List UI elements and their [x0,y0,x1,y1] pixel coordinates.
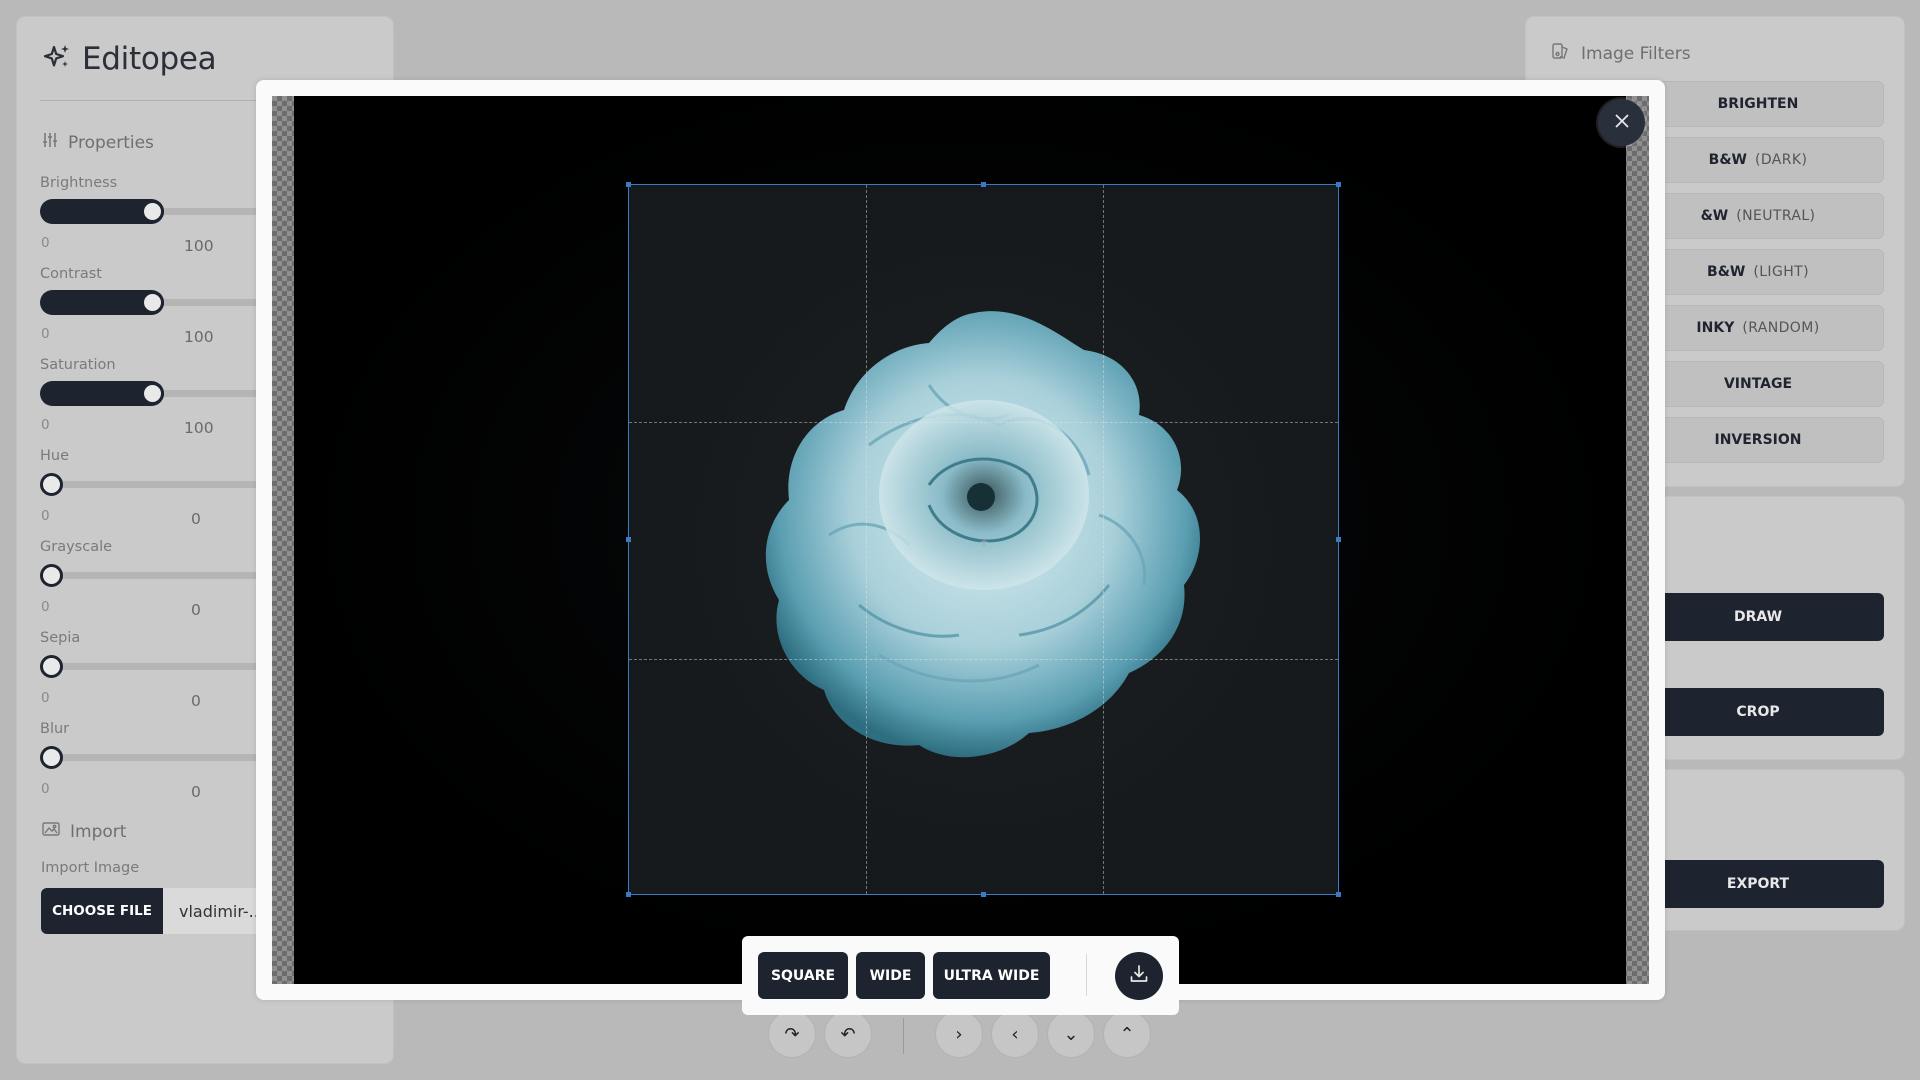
undo-button[interactable]: ↶ [824,1010,872,1058]
crop-toolbar: SQUARE WIDE ULTRA WIDE [742,936,1179,1015]
chevron-up-icon: ⌃ [1119,1023,1135,1045]
move-down-button[interactable]: ⌄ [1047,1010,1095,1058]
crop-button[interactable]: CROP [1632,688,1884,736]
crop-handle-top-left[interactable] [626,182,631,187]
import-heading: Import [42,821,126,842]
crop-selection[interactable]: + [628,184,1339,895]
close-icon [1614,113,1630,133]
image-preview: + [294,96,1626,984]
canvas-area: + [272,96,1649,984]
app-title: Editopea [82,41,217,77]
export-button[interactable]: EXPORT [1632,860,1884,908]
chevron-right-icon: › [955,1023,963,1045]
crop-handle-right[interactable] [1336,537,1341,542]
crop-handle-bottom[interactable] [981,892,986,897]
download-button[interactable] [1115,952,1163,1000]
slider-label: Brightness [40,175,118,191]
slider-value: 0 [191,692,201,710]
filter-sublabel: (RANDOM) [1742,320,1820,336]
sliders-icon [42,132,58,153]
ultra-wide-ratio-button[interactable]: ULTRA WIDE [933,952,1050,999]
move-left-button[interactable]: ‹ [991,1010,1039,1058]
filter-sublabel: (LIGHT) [1753,264,1809,280]
filter-button[interactable]: INVERSION [1632,417,1884,463]
image-filters-heading: Image Filters [1551,41,1691,66]
slider-thumb[interactable] [40,473,63,496]
grid-line [629,659,1338,660]
slider-min: 0 [41,235,50,251]
slider-thumb[interactable] [141,382,164,405]
slider-min: 0 [41,417,50,433]
filter-button[interactable]: B&W (DARK) [1632,137,1884,183]
square-ratio-button[interactable]: SQUARE [758,952,848,999]
crosshair-icon: + [979,535,990,549]
download-icon [1128,963,1150,989]
chevron-left-icon: ‹ [1011,1023,1019,1045]
draw-button[interactable]: DRAW [1632,593,1884,641]
sparkles-icon [42,42,72,76]
slider-thumb[interactable] [40,564,63,587]
filter-label: VINTAGE [1723,376,1793,392]
slider-value: 100 [184,328,214,346]
slider-label: Contrast [40,266,102,282]
undo-icon: ↶ [840,1023,856,1045]
redo-icon: ↷ [784,1023,800,1045]
slider-min: 0 [41,508,50,524]
divider [1086,954,1087,996]
image-icon [42,821,60,842]
crop-handle-top[interactable] [981,182,986,187]
slider-thumb[interactable] [141,291,164,314]
grid-line [629,422,1338,423]
choose-file-button[interactable]: CHOOSE FILE [41,888,163,934]
slider-label: Grayscale [40,539,113,555]
filter-label: BRIGHTEN [1717,96,1799,112]
filter-sublabel: (DARK) [1754,152,1808,168]
crop-handle-left[interactable] [626,537,631,542]
filter-button[interactable]: VINTAGE [1632,361,1884,407]
close-button[interactable] [1598,99,1645,146]
filter-label: B&W [1707,264,1746,280]
slider-label: Saturation [40,357,116,373]
slider-thumb[interactable] [141,200,164,223]
crop-modal: + SQUARE WIDE ULTRA WIDE [256,80,1665,1015]
filter-button[interactable]: BRIGHTEN [1632,81,1884,127]
wide-ratio-button[interactable]: WIDE [856,952,925,999]
filters-icon [1551,41,1571,66]
crop-handle-bottom-left[interactable] [626,892,631,897]
slider-value: 0 [191,783,201,801]
brand: Editopea [42,41,217,77]
filter-button[interactable]: INKY (RANDOM) [1632,305,1884,351]
grid-line [1103,185,1104,894]
crop-handle-bottom-right[interactable] [1336,892,1341,897]
slider-thumb[interactable] [40,746,63,769]
slider-label: Hue [40,448,70,464]
divider [903,1018,904,1054]
slider-min: 0 [41,599,50,615]
crop-handle-top-right[interactable] [1336,182,1341,187]
filter-label: INKY [1696,320,1735,336]
slider-label: Sepia [40,630,81,646]
slider-value: 100 [184,237,214,255]
slider-thumb[interactable] [40,655,63,678]
filter-button[interactable]: &W (NEUTRAL) [1632,193,1884,239]
slider-value: 0 [191,510,201,528]
slider-min: 0 [41,326,50,342]
slider-label: Blur [40,721,70,737]
filter-label: B&W [1708,152,1747,168]
chevron-down-icon: ⌄ [1063,1023,1079,1045]
slider-min: 0 [41,690,50,706]
move-right-button[interactable]: › [935,1010,983,1058]
slider-value: 100 [184,419,214,437]
filter-label: &W [1700,208,1729,224]
properties-heading: Properties [42,132,154,153]
grid-line [866,185,867,894]
filter-button[interactable]: B&W (LIGHT) [1632,249,1884,295]
slider-min: 0 [41,781,50,797]
redo-button[interactable]: ↷ [768,1010,816,1058]
filter-sublabel: (NEUTRAL) [1736,208,1816,224]
move-up-button[interactable]: ⌃ [1103,1010,1151,1058]
filter-label: INVERSION [1714,432,1802,448]
slider-value: 0 [191,601,201,619]
import-image-label: Import Image [41,860,140,876]
